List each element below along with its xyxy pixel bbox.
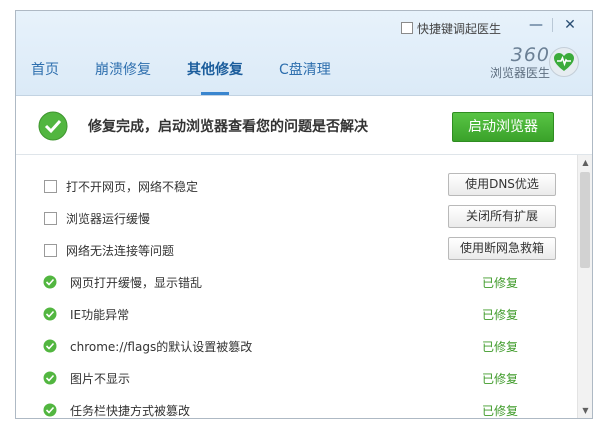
check-circle-icon (38, 111, 68, 141)
shortcut-option[interactable]: 快捷键调起医生 (401, 19, 501, 37)
check-circle-icon (43, 339, 57, 353)
tab-other-repair[interactable]: 其他修复 (187, 57, 243, 95)
fixed-status: 已修复 (482, 340, 519, 354)
list-item: IE功能异常 已修复 (16, 299, 577, 331)
fixed-status: 已修复 (482, 276, 519, 290)
scroll-up-icon[interactable]: ▲ (578, 155, 592, 171)
list-item: 任务栏快捷方式被篡改 已修复 (16, 395, 577, 418)
dns-optimize-button[interactable]: 使用DNS优选 (448, 173, 556, 196)
brand: 360 浏览器医生 (480, 45, 550, 81)
close-button[interactable]: ✕ (553, 14, 587, 36)
minimize-icon: — (529, 17, 543, 33)
brand-name: 浏览器医生 (489, 66, 550, 80)
fixed-status: 已修复 (482, 404, 519, 418)
scroll-down-icon[interactable]: ▼ (578, 403, 592, 418)
list-item: 图片不显示 已修复 (16, 363, 577, 395)
check-circle-icon (43, 371, 57, 385)
list-item: 网络无法连接等问题 使用断网急救箱 (16, 235, 577, 267)
doctor-logo-icon (549, 47, 579, 77)
scrollbar[interactable]: ▲ ▼ (577, 155, 592, 418)
list-item: chrome://flags的默认设置被篡改 已修复 (16, 331, 577, 363)
check-circle-icon (43, 307, 57, 321)
fixed-status: 已修复 (482, 308, 519, 322)
close-extensions-button[interactable]: 关闭所有扩展 (448, 205, 556, 228)
tab-home[interactable]: 首页 (31, 57, 59, 95)
close-icon: ✕ (564, 17, 576, 33)
issue-checkbox[interactable] (44, 244, 57, 257)
list-item: 浏览器运行缓慢 关闭所有扩展 (16, 203, 577, 235)
header: 快捷键调起医生 — ✕ 首页 崩溃修复 其他修复 C盘清理 360 浏览器医生 (16, 11, 592, 96)
scroll-thumb[interactable] (580, 172, 590, 268)
shortcut-label: 快捷键调起医生 (417, 21, 502, 36)
status-bar: 修复完成，启动浏览器查看您的问题是否解决 启动浏览器 (16, 96, 592, 155)
network-rescue-button[interactable]: 使用断网急救箱 (448, 237, 556, 260)
list-item: 网页打开缓慢，显示错乱 已修复 (16, 267, 577, 299)
issue-checkbox[interactable] (44, 212, 57, 225)
list-item: 打不开网页，网络不稳定 使用DNS优选 (16, 171, 577, 203)
shortcut-checkbox[interactable] (401, 22, 413, 34)
launch-browser-button[interactable]: 启动浏览器 (452, 112, 554, 142)
app-window: 快捷键调起医生 — ✕ 首页 崩溃修复 其他修复 C盘清理 360 浏览器医生 (15, 10, 593, 419)
brand-number: 360 (510, 44, 550, 66)
tab-bar: 首页 崩溃修复 其他修复 C盘清理 (31, 57, 367, 95)
fixed-status: 已修复 (482, 372, 519, 386)
tab-c-drive-clean[interactable]: C盘清理 (279, 57, 331, 95)
issue-list: 打不开网页，网络不稳定 使用DNS优选 浏览器运行缓慢 关闭所有扩展 网络无法连… (16, 155, 577, 418)
issue-checkbox[interactable] (44, 180, 57, 193)
minimize-button[interactable]: — (519, 14, 553, 36)
tab-crash-repair[interactable]: 崩溃修复 (95, 57, 151, 95)
status-message: 修复完成，启动浏览器查看您的问题是否解决 (88, 119, 368, 135)
check-circle-icon (43, 403, 57, 417)
check-circle-icon (43, 275, 57, 289)
